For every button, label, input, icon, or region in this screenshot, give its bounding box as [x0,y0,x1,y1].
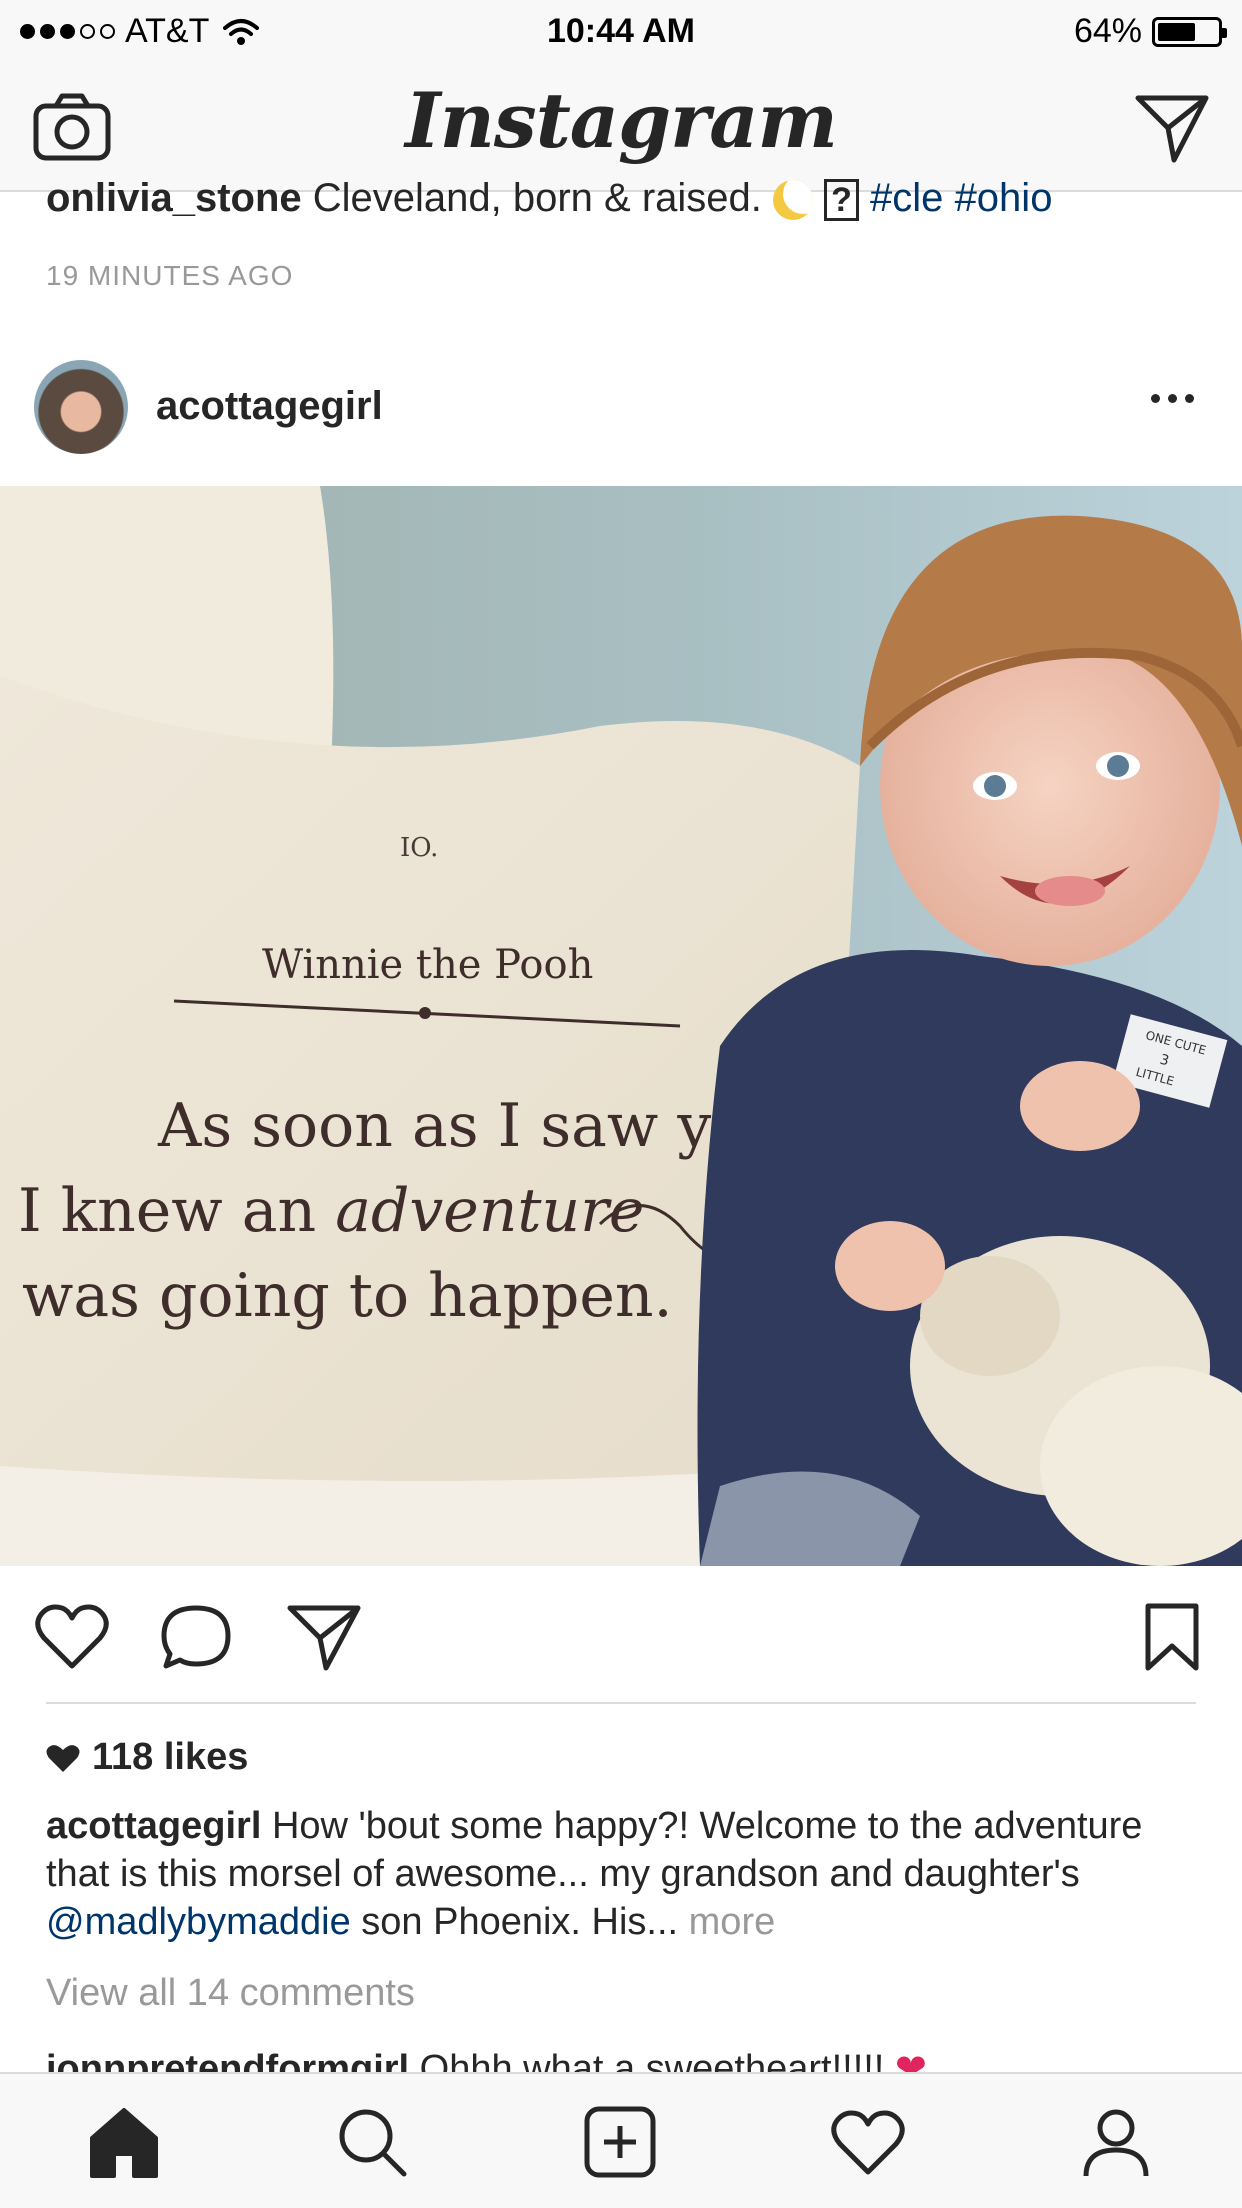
hashtag-ohio[interactable]: #ohio [955,176,1053,220]
bookmark-icon[interactable] [1134,1602,1210,1672]
previous-post-username[interactable]: onlivia_stone [46,176,302,220]
battery-icon [1152,16,1227,47]
caption-more-link[interactable]: more [689,1901,776,1943]
moon-emoji-icon [773,180,814,221]
likes-label: 118 likes [92,1736,249,1778]
status-time: 10:44 AM [546,12,696,50]
post-header: acottagegirl [0,340,1242,486]
share-icon[interactable] [286,1602,362,1672]
home-icon[interactable] [86,2104,162,2180]
more-options-icon[interactable] [1142,378,1202,418]
previous-post-timestamp: 19 MINUTES AGO [46,260,294,291]
status-right: 64% [1073,12,1227,51]
post-photo[interactable]: IO. Winnie the Pooh As soon as I saw yo … [0,486,1242,1566]
battery-level [1158,22,1195,41]
pillow-quote-line-1: As soon as I saw yo [157,1091,747,1161]
previous-post-caption-text: Cleveland, born & raised. [312,176,762,220]
profile-icon[interactable] [1078,2104,1154,2180]
status-bar: AT&T 10:44 AM 64% [0,0,1242,62]
pillow-quote-line-3: was going to happen. [22,1261,673,1331]
post-photo-illustration: IO. Winnie the Pooh As soon as I saw yo … [0,486,1242,1566]
action-divider [46,1702,1196,1704]
caption-mention[interactable]: @madlybymaddie [46,1901,351,1943]
new-post-icon[interactable] [582,2104,658,2180]
view-all-comments-link[interactable]: View all 14 comments [46,1972,415,2015]
previous-post-caption: onlivia_stone Cleveland, born & raised. … [46,176,1053,222]
like-heart-icon[interactable] [34,1602,110,1672]
search-icon[interactable] [334,2104,410,2180]
instagram-logo[interactable]: Instagram [0,76,1242,165]
pillow-fragment: IO. [400,833,438,863]
activity-icon[interactable] [830,2104,906,2180]
caption-text-2: son Phoenix. His... [350,1901,689,1943]
top-navigation-bar: Instagram [0,62,1242,192]
post-username[interactable]: acottagegirl [156,384,383,429]
likes-count[interactable]: 118 likes [46,1736,248,1779]
pillow-quote-line-2: I knew an adventure [18,1176,644,1246]
unknown-glyph-icon: ? [824,179,859,222]
pillow-heading: Winnie the Pooh [262,942,593,988]
likes-heart-icon [46,1744,80,1772]
post-caption: acottagegirl How 'bout some happy?! Welc… [46,1802,1206,1946]
caption-username[interactable]: acottagegirl [46,1805,261,1847]
direct-message-icon[interactable] [1134,90,1210,166]
avatar[interactable] [34,360,128,454]
comment-icon[interactable] [158,1602,234,1672]
bottom-tab-bar [0,2072,1242,2208]
post-action-bar [0,1566,1242,1700]
hashtag-cle[interactable]: #cle [870,176,943,220]
battery-percent: 64% [1073,12,1142,50]
